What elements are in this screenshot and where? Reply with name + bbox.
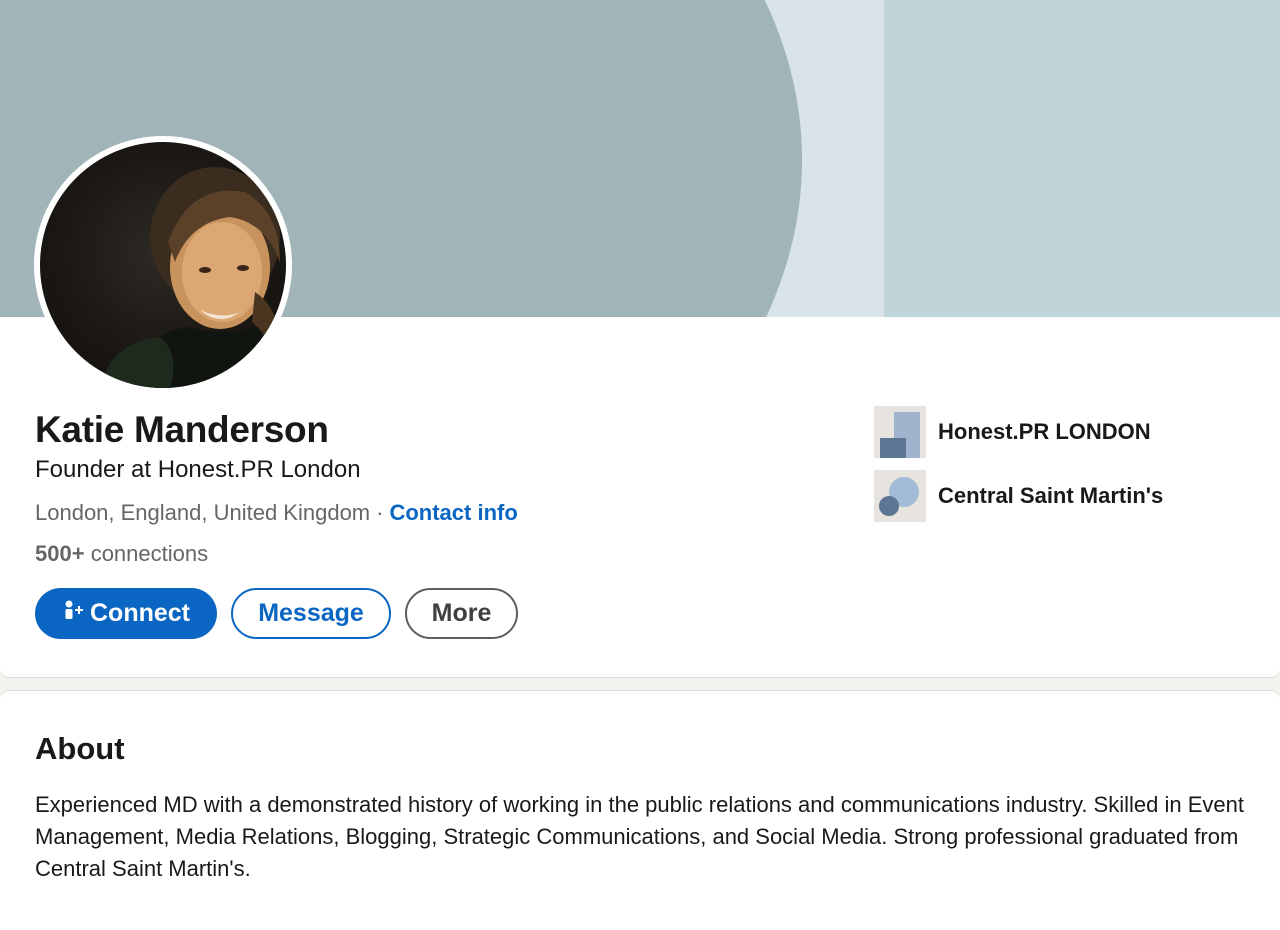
location-row: London, England, United Kingdom · Contact … bbox=[35, 500, 518, 526]
connect-button-label: Connect bbox=[90, 599, 190, 627]
avatar-photo-illustration bbox=[100, 167, 286, 388]
school-name: Central Saint Martin's bbox=[938, 483, 1164, 508]
profile-location: London, England, United Kingdom bbox=[35, 500, 371, 525]
company-logo-icon bbox=[874, 406, 926, 458]
profile-actions: Connect Message More bbox=[35, 588, 518, 639]
profile-headline: Founder at Honest.PR London bbox=[35, 456, 361, 483]
message-button-label: Message bbox=[258, 599, 364, 627]
more-button-label: More bbox=[431, 599, 492, 627]
connect-button[interactable]: Connect bbox=[35, 588, 217, 639]
profile-name: Katie Manderson bbox=[35, 409, 329, 450]
more-button[interactable]: More bbox=[405, 588, 518, 639]
message-button[interactable]: Message bbox=[231, 588, 391, 639]
profile-avatar[interactable] bbox=[34, 136, 292, 394]
contact-info-link[interactable]: Contact info bbox=[389, 500, 517, 525]
connections-number: 500+ bbox=[35, 541, 85, 566]
about-text: Experienced MD with a demonstrated histo… bbox=[35, 792, 1244, 881]
connections-label: connections bbox=[90, 541, 209, 566]
school-logo-icon bbox=[874, 470, 926, 522]
education-school[interactable]: Central Saint Martin's bbox=[874, 470, 1163, 522]
about-section: About Experienced MD with a demonstrated… bbox=[0, 690, 1280, 930]
company-name: Honest.PR LONDON bbox=[938, 419, 1151, 444]
about-title: About bbox=[35, 731, 125, 766]
location-separator: · bbox=[376, 500, 384, 525]
profile-card: Katie Manderson Founder at Honest.PR Lon… bbox=[0, 0, 1280, 678]
avatar-photo bbox=[40, 142, 286, 388]
add-person-icon bbox=[62, 599, 84, 628]
connections-count[interactable]: 500+ connections bbox=[35, 541, 208, 567]
current-company[interactable]: Honest.PR LONDON bbox=[874, 406, 1151, 458]
